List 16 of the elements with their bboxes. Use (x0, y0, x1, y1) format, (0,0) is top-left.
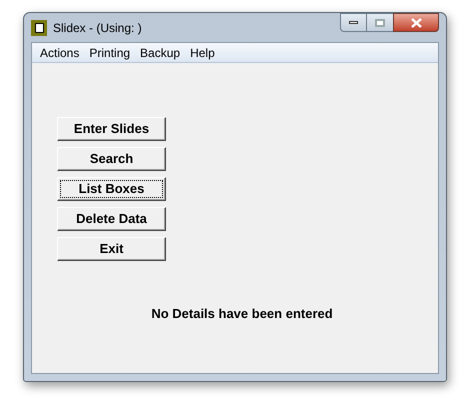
status-message: No Details have been entered (151, 305, 333, 323)
command-button[interactable]: Exit (57, 237, 166, 261)
close-icon (410, 18, 422, 28)
minimize-button[interactable] (340, 13, 367, 32)
command-button[interactable]: Search (57, 147, 166, 171)
window-title: Slidex - (Using: ) (53, 20, 142, 36)
menu-item[interactable]: Printing (85, 44, 134, 62)
command-button[interactable]: List Boxes (57, 177, 166, 201)
maximize-button[interactable] (367, 13, 393, 32)
menu-item[interactable]: Help (186, 44, 219, 62)
menu-item[interactable]: Backup (136, 44, 184, 62)
app-icon (31, 20, 47, 36)
menu-item[interactable]: Actions (36, 44, 84, 62)
close-button[interactable] (393, 13, 439, 32)
command-button[interactable]: Enter Slides (57, 117, 166, 141)
command-button[interactable]: Delete Data (57, 207, 166, 231)
